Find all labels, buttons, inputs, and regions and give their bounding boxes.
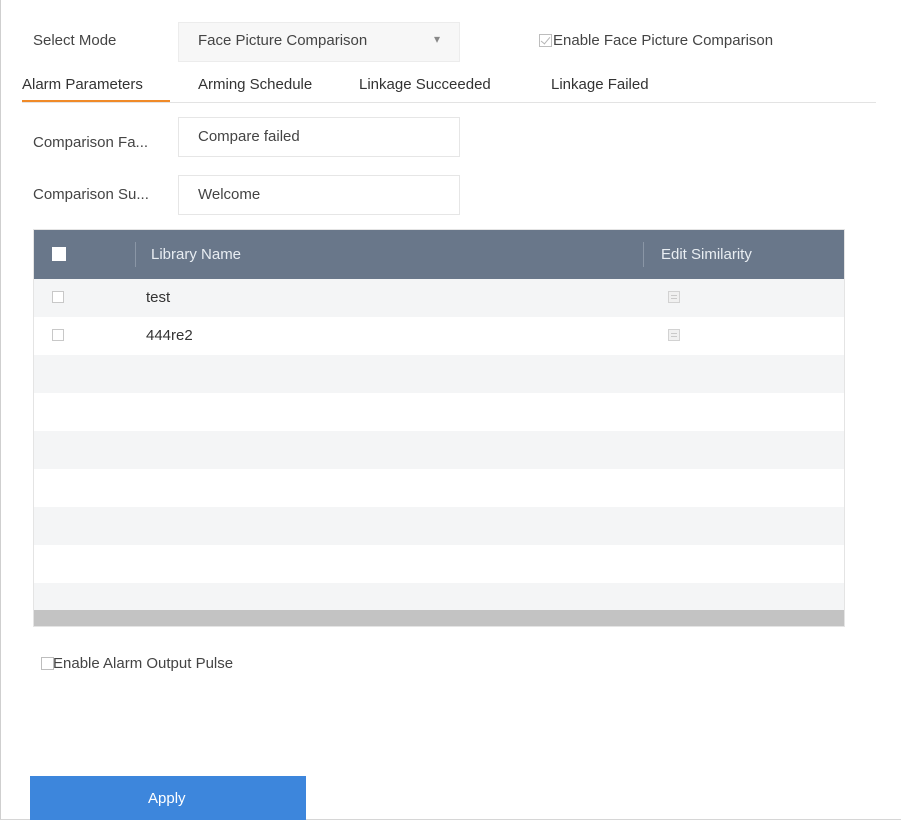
library-name: test [146,289,171,306]
horizontal-scrollbar[interactable] [34,610,844,626]
tab-divider [22,102,876,103]
enable-comparison-label: Enable Face Picture Comparison [553,32,774,49]
comparison-failed-field[interactable]: Compare failed [178,117,460,157]
library-table: Library Name Edit Similarity test 444re2 [33,229,845,627]
edit-similarity-icon[interactable] [668,291,680,303]
table-row[interactable]: 444re2 [34,317,844,355]
tab-linkage-failed[interactable]: Linkage Failed [551,76,649,93]
comparison-failed-label: Comparison Fa... [33,134,149,151]
empty-row [34,393,844,431]
comparison-succeeded-label: Comparison Su... [33,186,149,203]
apply-button[interactable]: Apply [30,776,306,820]
tab-arming-schedule[interactable]: Arming Schedule [198,76,312,93]
library-name-header: Library Name [151,246,242,263]
comparison-succeeded-value: Welcome [198,186,261,203]
comparison-failed-value: Compare failed [198,128,300,145]
empty-row [34,431,844,469]
row-checkbox[interactable] [52,329,64,341]
row-checkbox[interactable] [52,291,64,303]
alarm-output-pulse-label: Enable Alarm Output Pulse [53,655,234,672]
chevron-down-icon: ▾ [434,32,441,46]
table-row[interactable]: test [34,279,844,317]
edit-similarity-icon[interactable] [668,329,680,341]
select-all-checkbox[interactable] [52,247,66,261]
empty-row [34,355,844,393]
empty-row [34,583,844,612]
table-header: Library Name Edit Similarity [34,230,844,279]
tab-alarm-parameters[interactable]: Alarm Parameters [22,76,143,93]
column-divider [643,242,644,267]
select-mode-value: Face Picture Comparison [198,32,368,49]
tab-linkage-succeeded[interactable]: Linkage Succeeded [359,76,491,93]
apply-label: Apply [148,790,186,807]
library-name: 444re2 [146,327,193,344]
enable-comparison-checkbox[interactable] [539,34,552,47]
empty-row [34,507,844,545]
column-divider [135,242,136,267]
comparison-succeeded-field[interactable]: Welcome [178,175,460,215]
select-mode-label: Select Mode [33,32,117,49]
empty-row [34,469,844,507]
edit-similarity-header: Edit Similarity [661,246,752,263]
empty-row [34,545,844,583]
select-mode-dropdown[interactable]: Face Picture Comparison ▾ [178,22,460,62]
active-tab-indicator [22,100,170,102]
